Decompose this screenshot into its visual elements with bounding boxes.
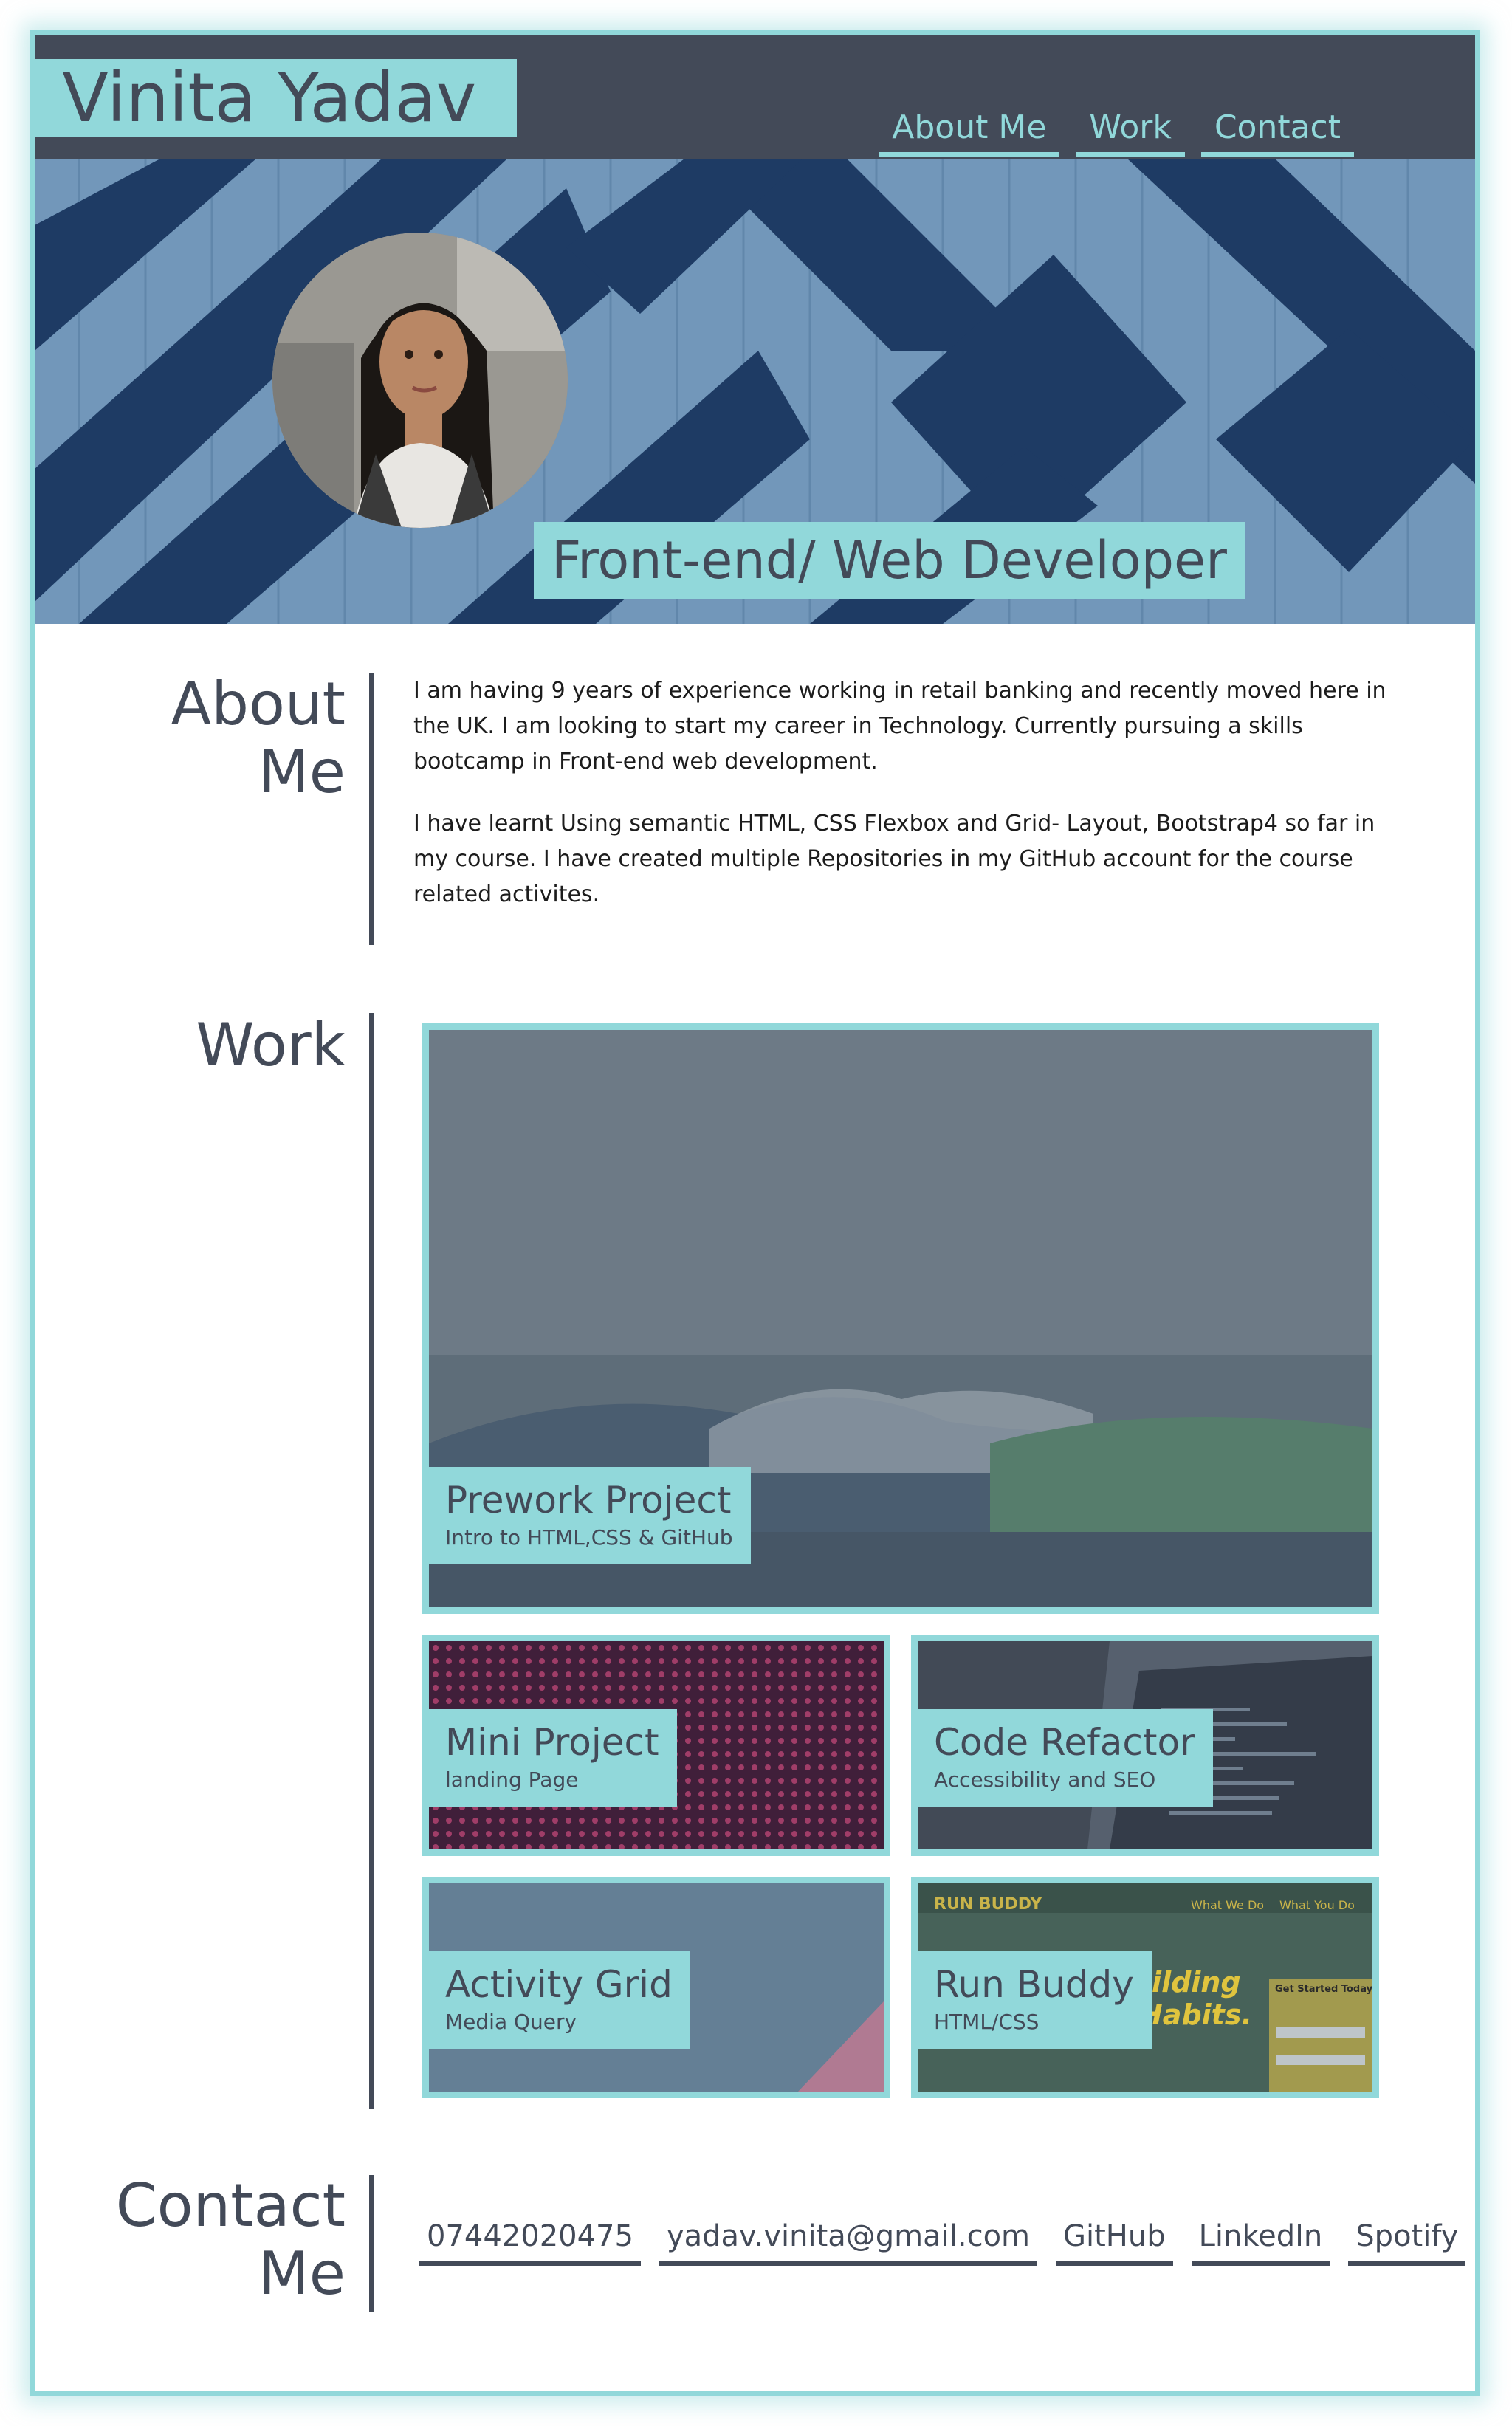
project-label: Mini Project landing Page — [429, 1709, 677, 1807]
profile-photo — [272, 233, 568, 528]
site-logo-name: Vinita Yadav — [30, 59, 517, 137]
about-paragraph: I have learnt Using semantic HTML, CSS F… — [413, 811, 1375, 907]
project-label: Code Refactor Accessibility and SEO — [918, 1709, 1213, 1807]
nav-contact[interactable]: Contact — [1200, 109, 1354, 157]
project-title: Prework Project — [445, 1479, 732, 1522]
run-buddy-brand: RUN BUDDY — [934, 1895, 1042, 1914]
project-label: Prework Project Intro to HTML,CSS & GitH… — [429, 1467, 751, 1564]
work-heading: Work — [196, 1011, 346, 1079]
project-title: Activity Grid — [445, 1963, 673, 2006]
project-subtitle: Intro to HTML,CSS & GitHub — [445, 1525, 733, 1550]
contact-phone-link[interactable]: 07442020475 — [419, 2219, 641, 2266]
main-nav: About Me Work Contact — [879, 109, 1354, 157]
project-card-activity-grid[interactable]: Activity Grid Media Query — [422, 1877, 890, 2098]
project-subtitle: Media Query — [445, 2010, 577, 2034]
project-card-mini[interactable]: Mini Project landing Page — [422, 1635, 890, 1856]
project-subtitle: landing Page — [445, 1767, 579, 1792]
contact-github-link[interactable]: GitHub — [1056, 2219, 1173, 2266]
run-buddy-nav-2: What You Do — [1279, 1898, 1355, 1912]
run-buddy-form-title: Get Started Today — [1275, 1984, 1373, 1995]
contact-heading: Contact Me — [115, 2171, 346, 2308]
contact-divider — [369, 2175, 374, 2312]
nav-about-me[interactable]: About Me — [879, 109, 1060, 157]
project-card-code-refactor[interactable]: Code Refactor Accessibility and SEO — [911, 1635, 1379, 1856]
about-divider — [369, 673, 374, 945]
project-subtitle: HTML/CSS — [934, 2010, 1040, 2034]
project-label: Activity Grid Media Query — [429, 1951, 690, 2049]
run-buddy-nav-1: What We Do — [1191, 1898, 1265, 1912]
hero-banner: Front-end/ Web Developer — [35, 159, 1475, 624]
project-title: Run Buddy — [934, 1963, 1134, 2006]
contact-linkedin-link[interactable]: LinkedIn — [1191, 2219, 1330, 2266]
project-card-prework[interactable]: Prework Project Intro to HTML,CSS & GitH… — [422, 1023, 1379, 1614]
project-subtitle: Accessibility and SEO — [934, 1767, 1156, 1792]
work-divider — [369, 1013, 374, 2109]
project-title: Mini Project — [445, 1721, 659, 1764]
role-banner: Front-end/ Web Developer — [534, 522, 1245, 599]
project-card-run-buddy[interactable]: RUN BUDDY What We Do What You Do uilding… — [911, 1877, 1379, 2098]
about-text: I am having 9 years of experience workin… — [413, 673, 1388, 939]
project-title: Code Refactor — [934, 1721, 1195, 1764]
contact-email-link[interactable]: yadav.vinita@gmail.com — [659, 2219, 1038, 2266]
contact-spotify-link[interactable]: Spotify — [1348, 2219, 1466, 2266]
nav-work[interactable]: Work — [1076, 109, 1185, 157]
about-heading: About Me — [171, 670, 346, 806]
project-label: Run Buddy HTML/CSS — [918, 1951, 1152, 2049]
about-paragraph: I am having 9 years of experience workin… — [413, 678, 1386, 774]
contact-links: 07442020475 yadav.vinita@gmail.com GitHu… — [419, 2219, 1466, 2266]
